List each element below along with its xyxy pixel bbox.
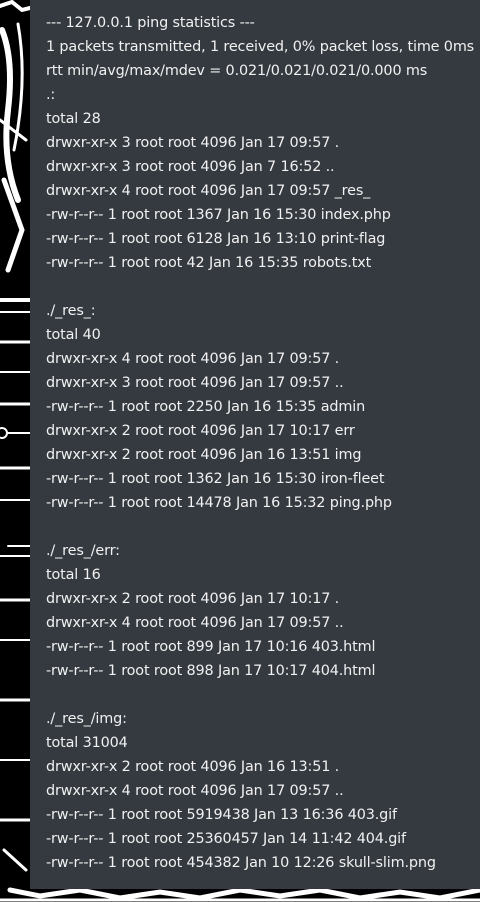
- output-line: drwxr-xr-x 2 root root 4096 Jan 16 13:51…: [46, 759, 340, 775]
- output-line: ./_res_/img:: [46, 711, 127, 727]
- output-line: drwxr-xr-x 3 root root 4096 Jan 17 09:57…: [46, 135, 340, 151]
- output-line: drwxr-xr-x 4 root root 4096 Jan 17 09:57…: [46, 783, 344, 799]
- output-line: -rw-r--r-- 1 root root 2250 Jan 16 15:35…: [46, 399, 366, 415]
- command-output-panel: --- 127.0.0.1 ping statistics --- 1 packe…: [30, 0, 480, 889]
- output-line: rtt min/avg/max/mdev = 0.021/0.021/0.021…: [46, 63, 428, 79]
- output-line: -rw-r--r-- 1 root root 25360457 Jan 14 1…: [46, 831, 406, 847]
- output-line: -rw-r--r-- 1 root root 1362 Jan 16 15:30…: [46, 471, 385, 487]
- output-line: ./_res_/err:: [46, 543, 120, 559]
- output-line: -rw-r--r-- 1 root root 1367 Jan 16 15:30…: [46, 207, 391, 223]
- output-line: total 16: [46, 567, 101, 583]
- output-line: -rw-r--r-- 1 root root 898 Jan 17 10:17 …: [46, 663, 376, 679]
- output-line: drwxr-xr-x 2 root root 4096 Jan 17 10:17…: [46, 423, 355, 439]
- output-line: -rw-r--r-- 1 root root 454382 Jan 10 12:…: [46, 855, 436, 871]
- output-line: drwxr-xr-x 4 root root 4096 Jan 17 09:57…: [46, 615, 344, 631]
- output-line: drwxr-xr-x 2 root root 4096 Jan 16 13:51…: [46, 447, 362, 463]
- output-line: .:: [46, 87, 56, 103]
- output-line: drwxr-xr-x 3 root root 4096 Jan 17 09:57…: [46, 375, 344, 391]
- command-output: --- 127.0.0.1 ping statistics --- 1 packe…: [46, 11, 480, 875]
- output-line: -rw-r--r-- 1 root root 5919438 Jan 13 16…: [46, 807, 397, 823]
- output-line: drwxr-xr-x 2 root root 4096 Jan 17 10:17…: [46, 591, 340, 607]
- output-line: total 40: [46, 327, 101, 343]
- output-line: --- 127.0.0.1 ping statistics ---: [46, 15, 255, 31]
- output-line: 1 packets transmitted, 1 received, 0% pa…: [46, 39, 475, 55]
- output-line: total 28: [46, 111, 101, 127]
- output-line: -rw-r--r-- 1 root root 899 Jan 17 10:16 …: [46, 639, 376, 655]
- output-line: drwxr-xr-x 4 root root 4096 Jan 17 09:57…: [46, 183, 371, 199]
- output-line: total 31004: [46, 735, 128, 751]
- output-line: -rw-r--r-- 1 root root 6128 Jan 16 13:10…: [46, 231, 386, 247]
- output-line: -rw-r--r-- 1 root root 14478 Jan 16 15:3…: [46, 495, 392, 511]
- output-line: drwxr-xr-x 4 root root 4096 Jan 17 09:57…: [46, 351, 340, 367]
- output-line: drwxr-xr-x 3 root root 4096 Jan 7 16:52 …: [46, 159, 335, 175]
- output-line: -rw-r--r-- 1 root root 42 Jan 16 15:35 r…: [46, 255, 372, 271]
- output-line: ./_res_:: [46, 303, 96, 319]
